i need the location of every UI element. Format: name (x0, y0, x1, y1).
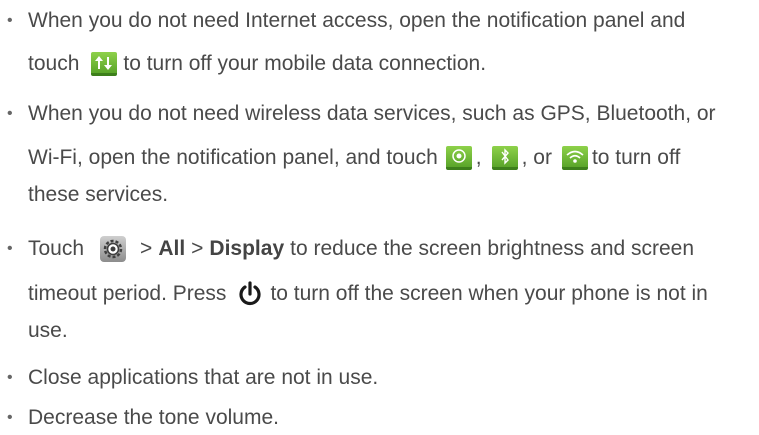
item-text: Touch (28, 237, 85, 260)
item-text: Decrease the tone volume. (28, 406, 279, 429)
item-text: timeout period. Press (28, 282, 227, 305)
text-line: Decrease the tone volume. (28, 405, 279, 431)
text-line: Close applications that are not in use. (28, 365, 378, 391)
item-text: Close applications that are not in use. (28, 366, 379, 389)
bullet: • (7, 12, 13, 29)
menu-path-all: All (158, 237, 186, 260)
power-icon (236, 280, 264, 308)
separator-text: , or (521, 146, 552, 169)
bullet: • (7, 240, 13, 257)
item-text: to turn off the screen when your phone i… (270, 282, 708, 305)
text-line: When you do not need wireless data servi… (28, 101, 716, 127)
text-line: touch to turn off your mobile data conne… (28, 51, 486, 77)
text-line: use. (28, 318, 68, 344)
item-text: touch (28, 52, 80, 75)
item-text: to turn off (591, 146, 681, 169)
item-text: these services. (28, 183, 169, 206)
menu-path-display: Display (209, 237, 285, 260)
settings-gear-icon (100, 236, 127, 262)
bullet: • (7, 409, 13, 426)
text-line: timeout period. Press to turn off the sc… (28, 281, 708, 307)
bullet: • (7, 105, 13, 122)
bullet: • (7, 369, 13, 386)
text-line: these services. (28, 182, 168, 208)
separator-text: > (191, 237, 204, 260)
item-text: use. (28, 319, 68, 342)
item-text: to reduce the screen brightness and scre… (290, 237, 695, 260)
item-text: When you do not need Internet access, op… (28, 9, 686, 32)
wifi-icon (561, 146, 588, 170)
item-text: When you do not need wireless data servi… (28, 102, 716, 125)
separator-text: > (140, 237, 153, 260)
text-line: Wi-Fi, open the notification panel, and … (28, 145, 680, 171)
text-line: Touch > All > Display to reduce the scre… (28, 236, 694, 262)
item-text: Wi-Fi, open the notification panel, and … (28, 146, 438, 169)
bluetooth-icon (491, 146, 518, 170)
separator-text: , (475, 146, 482, 169)
text-line: When you do not need Internet access, op… (28, 8, 685, 34)
gps-icon (445, 146, 472, 170)
item-text: to turn off your mobile data connection. (123, 52, 487, 75)
mobile-data-icon (91, 52, 118, 76)
